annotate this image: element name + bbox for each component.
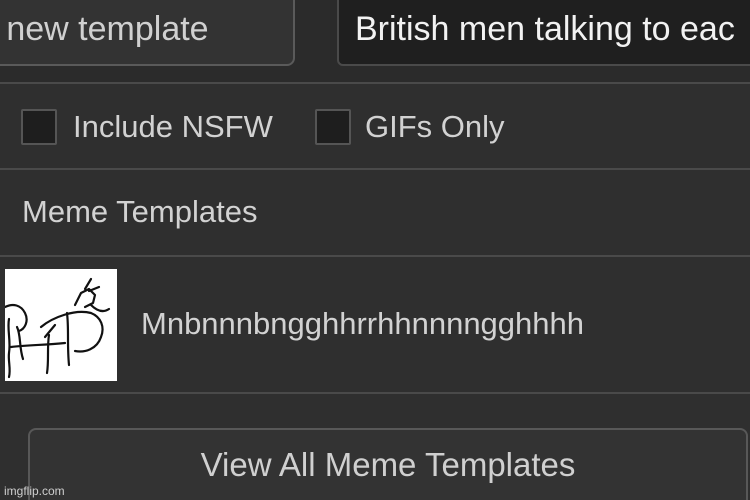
template-search-input[interactable]: British men talking to eac	[337, 0, 750, 66]
stick-figure-sketch-icon	[5, 277, 111, 379]
gifs-only-checkbox[interactable]	[315, 109, 351, 145]
add-new-template-button[interactable]: d new template	[0, 0, 295, 66]
divider	[0, 168, 750, 170]
top-bar: d new template British men talking to ea…	[0, 0, 750, 82]
include-nsfw-label[interactable]: Include NSFW	[73, 109, 273, 145]
view-all-templates-button[interactable]: View All Meme Templates	[28, 428, 748, 500]
meme-generator-panel: d new template British men talking to ea…	[0, 0, 750, 500]
imgflip-watermark: imgflip.com	[4, 484, 65, 498]
divider	[0, 255, 750, 257]
section-title: Meme Templates	[22, 194, 258, 229]
filter-options-row: Include NSFW GIFs Only	[0, 84, 750, 168]
include-nsfw-checkbox[interactable]	[21, 109, 57, 145]
template-name[interactable]: Mnbnnnbngghhrrhhnnnngghhhh	[141, 306, 584, 342]
gifs-only-label[interactable]: GIFs Only	[365, 109, 505, 145]
template-thumbnail[interactable]	[5, 269, 117, 381]
divider	[0, 392, 750, 394]
